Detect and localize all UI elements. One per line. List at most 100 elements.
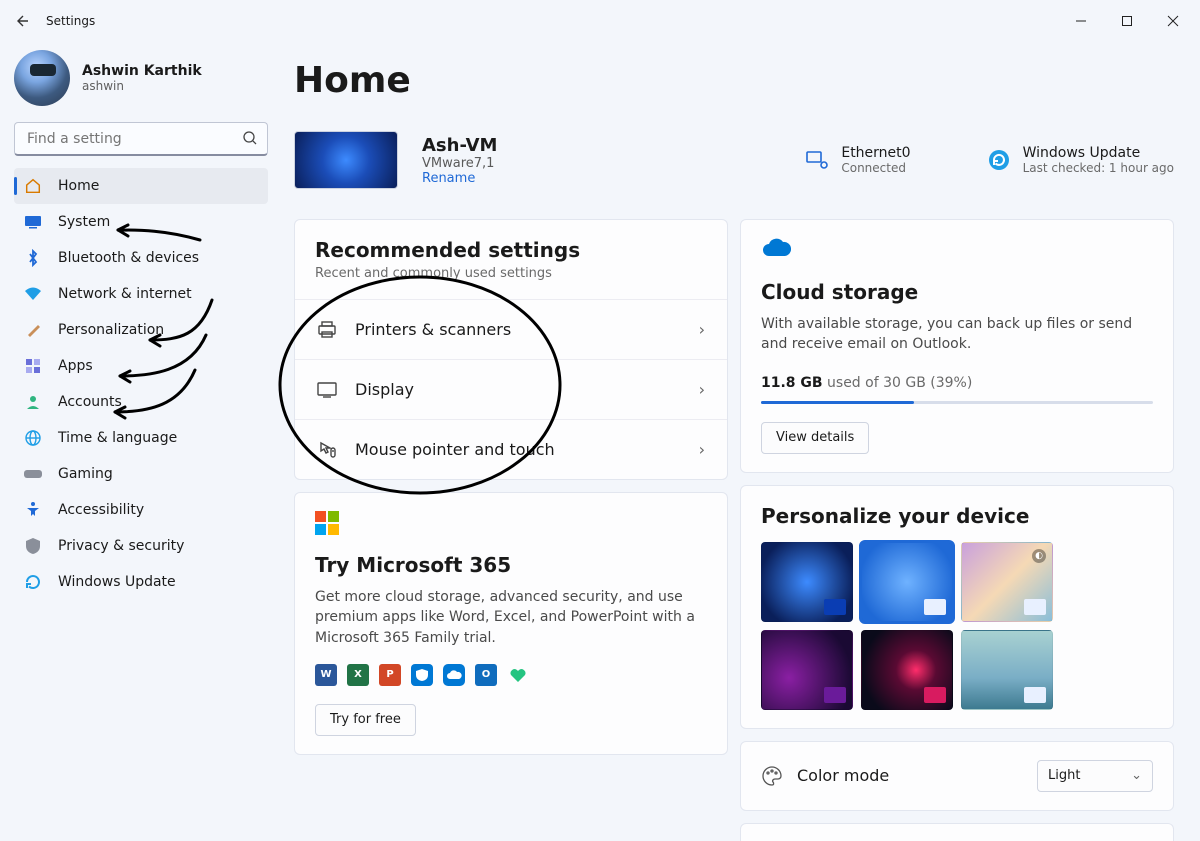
recommended-heading: Recommended settings — [315, 238, 707, 262]
apps-icon — [24, 357, 42, 375]
nav-personalization[interactable]: Personalization — [14, 312, 268, 348]
theme-option-3[interactable]: ◐ — [961, 542, 1053, 622]
gaming-icon — [24, 465, 42, 483]
home-icon — [24, 177, 42, 195]
microsoft-logo-icon — [315, 511, 339, 535]
try-free-button[interactable]: Try for free — [315, 704, 416, 736]
bluetooth-icon — [24, 249, 42, 267]
rename-link[interactable]: Rename — [422, 171, 497, 186]
minimize-button[interactable] — [1058, 5, 1104, 37]
cloud-icon — [761, 238, 1153, 262]
color-mode-select[interactable]: Light ⌄ — [1037, 760, 1153, 792]
ms365-heading: Try Microsoft 365 — [315, 553, 707, 577]
title-bar: Settings — [0, 0, 1200, 42]
update-title: Windows Update — [1023, 145, 1174, 161]
profile-block[interactable]: Ashwin Karthik ashwin — [14, 50, 268, 120]
main-content: Home Ash-VM VMware7,1 Rename Ethernet0 C… — [280, 42, 1200, 841]
chevron-right-icon: › — [699, 440, 705, 459]
wifi-icon — [24, 285, 42, 303]
shield-icon — [24, 537, 42, 555]
cloud-body: With available storage, you can back up … — [761, 314, 1153, 355]
nav-label: Gaming — [58, 466, 113, 482]
rec-item-printers[interactable]: Printers & scanners › — [295, 299, 727, 359]
profile-name: Ashwin Karthik — [82, 63, 202, 79]
display-icon — [317, 382, 337, 398]
network-subtitle: Connected — [841, 161, 910, 175]
maximize-button[interactable] — [1104, 5, 1150, 37]
color-mode-value: Light — [1048, 768, 1080, 783]
update-status-icon — [987, 148, 1011, 172]
update-status[interactable]: Windows Update Last checked: 1 hour ago — [987, 145, 1174, 175]
cloud-heading: Cloud storage — [761, 280, 1153, 304]
rec-item-mouse[interactable]: Mouse pointer and touch › — [295, 419, 727, 479]
nav-label: Windows Update — [58, 574, 176, 590]
browse-card[interactable]: Browse more backgrounds, colors, and the… — [740, 823, 1174, 841]
theme-option-5[interactable] — [861, 630, 953, 710]
nav-update[interactable]: Windows Update — [14, 564, 268, 600]
nav-apps[interactable]: Apps — [14, 348, 268, 384]
rec-label: Display — [355, 380, 414, 399]
theme-option-1[interactable] — [761, 542, 853, 622]
nav-label: Network & internet — [58, 286, 192, 302]
nav-accounts[interactable]: Accounts — [14, 384, 268, 420]
nav-accessibility[interactable]: Accessibility — [14, 492, 268, 528]
cloud-card: Cloud storage With available storage, yo… — [740, 219, 1174, 473]
theme-option-6[interactable] — [961, 630, 1053, 710]
chevron-down-icon: ⌄ — [1131, 768, 1142, 783]
globe-icon — [24, 429, 42, 447]
avatar — [14, 50, 70, 106]
close-button[interactable] — [1150, 5, 1196, 37]
nav-label: Personalization — [58, 322, 164, 338]
person-icon — [24, 393, 42, 411]
page-title: Home — [294, 60, 1174, 101]
accessibility-icon — [24, 501, 42, 519]
excel-icon: X — [347, 664, 369, 686]
nav-bluetooth[interactable]: Bluetooth & devices — [14, 240, 268, 276]
nav-network[interactable]: Network & internet — [14, 276, 268, 312]
chevron-right-icon: › — [699, 320, 705, 339]
rec-label: Printers & scanners — [355, 320, 511, 339]
storage-fill — [761, 401, 914, 404]
nav-list: Home System Bluetooth & devices Network … — [14, 168, 268, 600]
onedrive-icon — [443, 664, 465, 686]
personalize-card: Personalize your device ◐ — [740, 485, 1174, 729]
search-input[interactable] — [14, 122, 268, 156]
browse-text: Browse more backgrounds, colors, and the… — [761, 838, 1153, 841]
arrow-left-icon — [14, 13, 30, 29]
nav-system[interactable]: System — [14, 204, 268, 240]
nav-label: Bluetooth & devices — [58, 250, 199, 266]
nav-label: Accounts — [58, 394, 122, 410]
app-title: Settings — [46, 14, 95, 28]
profile-username: ashwin — [82, 79, 202, 93]
info-row: Ash-VM VMware7,1 Rename Ethernet0 Connec… — [294, 131, 1174, 189]
nav-time[interactable]: Time & language — [14, 420, 268, 456]
sidebar: Ashwin Karthik ashwin Home System Blueto… — [0, 42, 280, 841]
view-details-button[interactable]: View details — [761, 422, 869, 454]
palette-icon — [761, 765, 783, 787]
theme-option-4[interactable] — [761, 630, 853, 710]
back-button[interactable] — [4, 3, 40, 39]
nav-home[interactable]: Home — [14, 168, 268, 204]
brush-icon — [24, 321, 42, 339]
device-thumbnail — [294, 131, 398, 189]
storage-bar — [761, 401, 1153, 404]
word-icon: W — [315, 664, 337, 686]
nav-label: Privacy & security — [58, 538, 184, 554]
nav-privacy[interactable]: Privacy & security — [14, 528, 268, 564]
recommended-sub: Recent and commonly used settings — [315, 266, 707, 281]
search-box[interactable] — [14, 122, 268, 156]
device-model: VMware7,1 — [422, 156, 497, 171]
ms365-card: Try Microsoft 365 Get more cloud storage… — [294, 492, 728, 755]
eyedropper-icon: ◐ — [1032, 549, 1046, 563]
network-status[interactable]: Ethernet0 Connected — [805, 145, 910, 175]
rec-item-display[interactable]: Display › — [295, 359, 727, 419]
nav-label: Accessibility — [58, 502, 144, 518]
nav-label: Home — [58, 178, 99, 194]
powerpoint-icon: P — [379, 664, 401, 686]
printer-icon — [317, 321, 337, 339]
nav-gaming[interactable]: Gaming — [14, 456, 268, 492]
theme-grid: ◐ — [761, 542, 1153, 710]
chevron-right-icon: › — [699, 380, 705, 399]
ms365-app-icons: W X P O — [315, 664, 707, 686]
theme-option-2[interactable] — [861, 542, 953, 622]
